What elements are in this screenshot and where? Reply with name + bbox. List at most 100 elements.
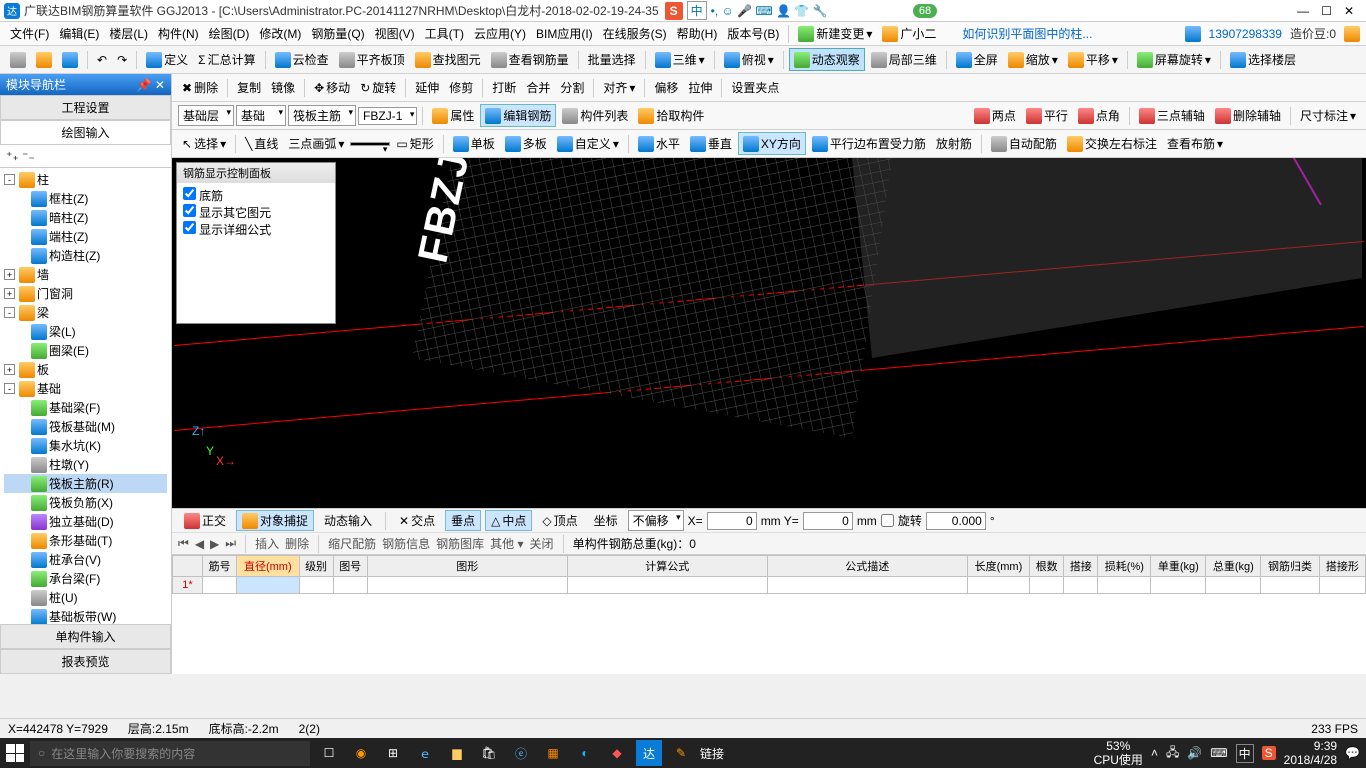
tree-node[interactable]: -梁 <box>4 303 167 322</box>
custom-button[interactable]: 自定义 ▾ <box>553 133 623 154</box>
subtype-select[interactable]: 筏板主筋 <box>288 105 356 126</box>
calc-button[interactable]: Σ 汇总计算 <box>194 49 259 70</box>
tree-node[interactable]: -柱 <box>4 170 167 189</box>
nav-pin-icon[interactable]: 📌 ✕ <box>137 78 165 92</box>
break-button[interactable]: 打断 <box>488 77 520 98</box>
batch-select-button[interactable]: 批量选择 <box>584 49 640 70</box>
dyn-input-toggle[interactable]: 动态输入 <box>318 510 378 531</box>
col-header[interactable]: 图形 <box>367 556 567 577</box>
undo-button[interactable]: ↶ <box>93 51 111 69</box>
tree-node[interactable]: 端柱(Z) <box>4 227 167 246</box>
rot-input[interactable] <box>926 512 986 530</box>
offset-mode[interactable]: 不偏移 <box>628 510 684 531</box>
align-button[interactable]: 对齐 ▾ <box>599 77 639 98</box>
menu-tool[interactable]: 工具(T) <box>421 25 468 42</box>
type-select[interactable]: 基础 <box>236 105 286 126</box>
user-id[interactable]: 13907298339 <box>1209 27 1282 41</box>
select-floor-button[interactable]: 选择楼层 <box>1226 49 1300 70</box>
app-icon-3[interactable]: ▦ <box>540 740 566 766</box>
guangxiaoer-button[interactable]: 广小二 <box>878 23 940 44</box>
maximize-button[interactable]: ☐ <box>1321 4 1332 18</box>
three-pt-axis-button[interactable]: 三点辅轴 <box>1135 105 1209 126</box>
inter-toggle[interactable]: ✕ 交点 <box>393 510 441 531</box>
two-pt-button[interactable]: 两点 <box>970 105 1020 126</box>
menu-bim[interactable]: BIM应用(I) <box>532 25 597 42</box>
view-layout-button[interactable]: 查看布筋 ▾ <box>1163 133 1227 154</box>
tree-node[interactable]: 独立基础(D) <box>4 512 167 531</box>
split-button[interactable]: 分割 <box>556 77 588 98</box>
menu-help[interactable]: 帮助(H) <box>673 25 722 42</box>
tree-node[interactable]: 承台梁(F) <box>4 569 167 588</box>
nav-add-icon[interactable]: ⁺₊ <box>6 149 19 163</box>
col-header[interactable]: 长度(mm) <box>967 556 1029 577</box>
info-button[interactable]: 钢筋信息 <box>382 535 430 552</box>
end-toggle[interactable]: ◇ 顶点 <box>536 510 583 531</box>
del-aux-button[interactable]: 删除辅轴 <box>1211 105 1285 126</box>
start-button[interactable] <box>6 744 24 762</box>
tray-ime-icon[interactable]: ⌨ <box>1210 746 1227 760</box>
perp-toggle[interactable]: 垂点 <box>445 510 481 531</box>
mid-toggle[interactable]: △ 中点 <box>485 510 532 531</box>
property-button[interactable]: 属性 <box>428 105 478 126</box>
save-button[interactable] <box>58 50 82 70</box>
nav-tab-draw[interactable]: 绘图输入 <box>0 120 171 145</box>
rebar-grid[interactable]: 筋号直径(mm)级别图号图形计算公式公式描述长度(mm)根数搭接损耗(%)单重(… <box>172 554 1366 674</box>
pan-button[interactable]: 平移 ▾ <box>1064 49 1122 70</box>
nav-last[interactable]: ⏭ <box>225 536 236 551</box>
tree-node[interactable]: +墙 <box>4 265 167 284</box>
menu-edit[interactable]: 编辑(E) <box>55 25 103 42</box>
swap-lr-button[interactable]: 交换左右标注 <box>1063 133 1161 154</box>
cloud-check-button[interactable]: 云检查 <box>271 49 333 70</box>
col-header[interactable]: 筋号 <box>203 556 237 577</box>
sogou-icon[interactable]: S <box>665 2 683 20</box>
parallel-force-button[interactable]: 平行边布置受力筋 <box>808 133 930 154</box>
app-icon-6[interactable]: 达 <box>636 740 662 766</box>
insert-button[interactable]: 插入 <box>255 535 279 552</box>
tree-node[interactable]: 桩(U) <box>4 588 167 607</box>
ime-sym[interactable]: •, ☺ 🎤 ⌨ 👤 👕 🔧 <box>711 4 828 18</box>
col-header[interactable]: 级别 <box>299 556 333 577</box>
parallel-button[interactable]: 平行 <box>1022 105 1072 126</box>
menu-version[interactable]: 版本号(B) <box>723 25 783 42</box>
nav-tab-report[interactable]: 报表预览 <box>0 649 171 674</box>
tree-node[interactable]: 框柱(Z) <box>4 189 167 208</box>
app-icon-7[interactable]: ✎ <box>668 740 694 766</box>
col-header[interactable]: 直径(mm) <box>237 556 299 577</box>
nav-tab-settings[interactable]: 工程设置 <box>0 95 171 120</box>
ie-icon[interactable]: ⓔ <box>508 740 534 766</box>
rotate-button[interactable]: ↻ 旋转 <box>356 77 400 98</box>
tree-node[interactable]: 集水坑(K) <box>4 436 167 455</box>
menu-member[interactable]: 构件(N) <box>154 25 203 42</box>
cortana-search[interactable]: ○ 在这里输入你要搜索的内容 <box>30 741 310 766</box>
tree-node[interactable]: 暗柱(Z) <box>4 208 167 227</box>
ime-lang[interactable]: 中 <box>687 1 707 20</box>
tray-sogou-icon[interactable]: S <box>1262 746 1276 760</box>
tree-node[interactable]: 基础梁(F) <box>4 398 167 417</box>
scale-button[interactable]: 缩尺配筋 <box>328 535 376 552</box>
find-elem-button[interactable]: 查找图元 <box>411 49 485 70</box>
col-header[interactable]: 根数 <box>1030 556 1064 577</box>
tree-node[interactable]: 梁(L) <box>4 322 167 341</box>
tree-node[interactable]: 圈梁(E) <box>4 341 167 360</box>
chk-formula[interactable]: 显示详细公式 <box>183 221 329 238</box>
pt-angle-button[interactable]: 点角 <box>1074 105 1124 126</box>
offset-button[interactable]: 偏移 <box>650 77 682 98</box>
vert-button[interactable]: 垂直 <box>686 133 736 154</box>
edit-rebar-button[interactable]: 编辑钢筋 <box>480 104 556 127</box>
col-header[interactable]: 总重(kg) <box>1206 556 1261 577</box>
merge-button[interactable]: 合并 <box>522 77 554 98</box>
tree-node[interactable]: 基础板带(W) <box>4 607 167 624</box>
task-view-icon[interactable]: ☐ <box>316 740 342 766</box>
multi-button[interactable]: 多板 <box>501 133 551 154</box>
nav-next[interactable]: ▶ <box>210 537 219 551</box>
app-icon-2[interactable]: ⊞ <box>380 740 406 766</box>
fullscreen-button[interactable]: 全屏 <box>952 49 1002 70</box>
member-select[interactable]: FBZJ-1 <box>358 107 417 125</box>
nav-tab-single[interactable]: 单构件输入 <box>0 624 171 649</box>
mirror-button[interactable]: 镜像 <box>267 77 299 98</box>
coord-toggle[interactable]: 坐标 <box>588 510 624 531</box>
app-icon-5[interactable]: ◆ <box>604 740 630 766</box>
table-row[interactable]: 1* <box>173 577 1366 594</box>
notif-badge[interactable]: 68 <box>913 4 937 18</box>
layer-select[interactable]: 基础层 <box>178 105 234 126</box>
